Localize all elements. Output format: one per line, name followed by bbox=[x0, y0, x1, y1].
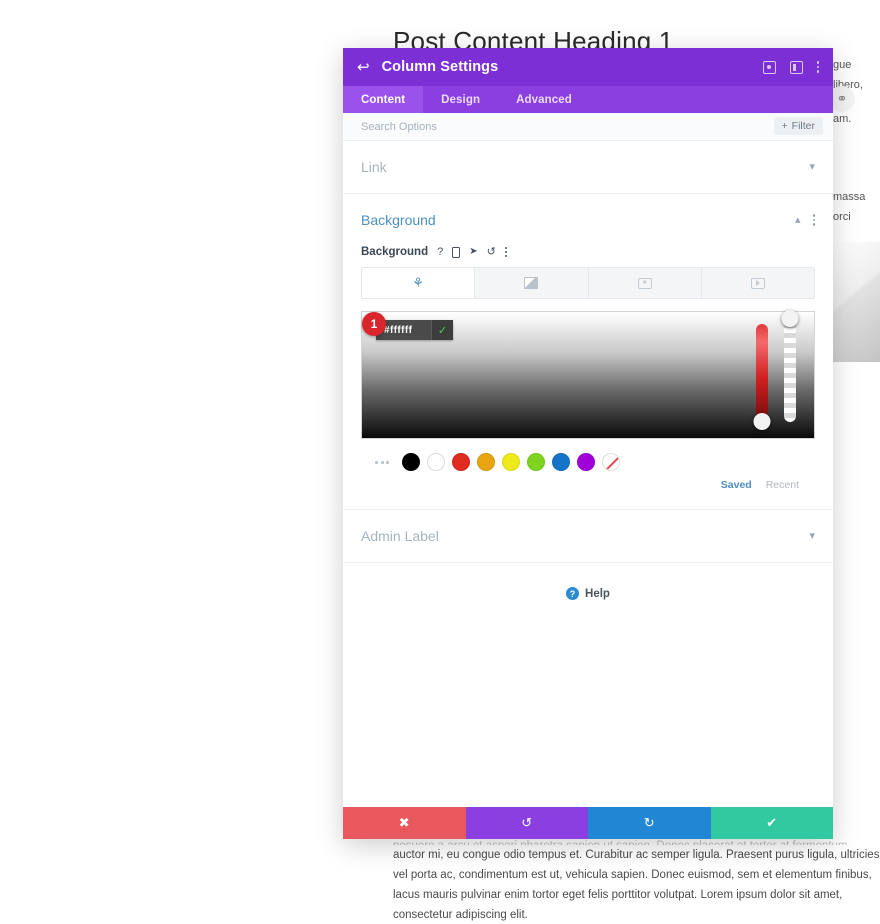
undo-button[interactable]: ↺ bbox=[465, 807, 588, 839]
help-label: Help bbox=[585, 587, 610, 600]
modal-title: Column Settings bbox=[381, 59, 499, 75]
background-gradient-tab[interactable] bbox=[475, 268, 589, 298]
search-input[interactable] bbox=[361, 120, 661, 133]
image-icon: ■ bbox=[637, 277, 652, 289]
modal-body: Link ▾ Background ▴ Background ? ➤ ↺ ⚘ ■… bbox=[343, 141, 833, 807]
swatch-red[interactable] bbox=[452, 453, 470, 471]
image-placeholder bbox=[833, 242, 880, 362]
swatch-tabs: Saved Recent bbox=[361, 479, 815, 491]
color-picker: 1 ✓ bbox=[361, 310, 815, 439]
hover-icon[interactable]: ➤ bbox=[469, 247, 477, 257]
modal-header: ↩ Column Settings bbox=[343, 48, 833, 86]
swatch-blue[interactable] bbox=[552, 453, 570, 471]
tab-design[interactable]: Design bbox=[423, 86, 498, 113]
section-kebab-icon[interactable] bbox=[812, 214, 815, 226]
hex-confirm-button[interactable]: ✓ bbox=[431, 320, 453, 340]
bg-text-line: massa orci bbox=[833, 191, 866, 223]
paragraph-text: auctor mi, eu congue odio tempus et. Cur… bbox=[393, 849, 880, 921]
save-button[interactable]: ✔ bbox=[710, 807, 833, 839]
swatch-none[interactable] bbox=[602, 453, 620, 471]
modal-footer: ✖ ↺ ↻ ✔ bbox=[343, 807, 833, 839]
background-option-label-row: Background ? ➤ ↺ bbox=[361, 246, 815, 267]
help-circle-icon: ? bbox=[566, 587, 580, 600]
fullscreen-icon[interactable] bbox=[762, 60, 776, 74]
search-row: + Filter bbox=[343, 113, 833, 141]
background-color-tab[interactable]: ⚘ bbox=[362, 268, 476, 298]
split-view-icon[interactable] bbox=[789, 60, 803, 74]
section-background-title: Background bbox=[361, 212, 436, 228]
help-row[interactable]: ? Help bbox=[343, 563, 833, 624]
screen-root: Post Content Heading 1 gue libero, am. m… bbox=[0, 0, 880, 924]
background-image-tab[interactable]: ■ bbox=[588, 268, 702, 298]
alpha-slider-knob[interactable] bbox=[781, 310, 799, 327]
plus-icon: + bbox=[781, 120, 788, 132]
section-background-header[interactable]: Background ▴ bbox=[361, 194, 815, 246]
section-admin-label-header[interactable]: Admin Label ▾ bbox=[361, 510, 815, 562]
redo-button[interactable]: ↻ bbox=[588, 807, 711, 839]
chevron-up-icon: ▴ bbox=[794, 213, 801, 226]
section-link: Link ▾ bbox=[343, 141, 833, 194]
section-link-header[interactable]: Link ▾ bbox=[361, 141, 815, 193]
alpha-slider[interactable] bbox=[781, 310, 799, 422]
color-swatches bbox=[361, 453, 815, 471]
hex-field: 1 ✓ bbox=[362, 312, 453, 340]
cancel-button[interactable]: ✖ bbox=[343, 807, 466, 839]
background-controls: Background ? ➤ ↺ ⚘ ■ 1 #ffffff ✓ Saved R… bbox=[361, 246, 815, 509]
chevron-down-icon: ▾ bbox=[809, 529, 815, 542]
recent-tab[interactable]: Recent bbox=[766, 479, 799, 491]
reset-icon[interactable]: ↺ bbox=[487, 246, 496, 258]
background-video-tab[interactable] bbox=[701, 268, 814, 298]
paint-bucket-icon: ⚘ bbox=[412, 275, 424, 290]
swatch-yellow[interactable] bbox=[502, 453, 520, 471]
chevron-down-icon: ▾ bbox=[809, 160, 815, 173]
gradient-icon bbox=[524, 277, 539, 289]
section-admin-label-title: Admin Label bbox=[361, 528, 439, 544]
swatch-white[interactable] bbox=[427, 453, 445, 471]
tab-content[interactable]: Content bbox=[343, 86, 424, 113]
filter-button[interactable]: + Filter bbox=[773, 117, 823, 135]
saved-tab[interactable]: Saved bbox=[721, 479, 752, 491]
step-badge: 1 bbox=[362, 312, 386, 336]
swatch-orange[interactable] bbox=[477, 453, 495, 471]
body-paragraph: posuere a arcu et asperi pharetra sapien… bbox=[393, 836, 880, 924]
section-admin-label: Admin Label ▾ bbox=[343, 510, 833, 563]
help-icon[interactable]: ? bbox=[437, 246, 443, 258]
option-kebab-icon[interactable] bbox=[504, 246, 508, 258]
responsive-icon[interactable] bbox=[452, 246, 461, 258]
section-background: Background ▴ Background ? ➤ ↺ ⚘ ■ 1 #fff… bbox=[343, 194, 833, 510]
video-icon bbox=[750, 277, 765, 289]
color-saturation-area[interactable]: 1 ✓ bbox=[361, 310, 815, 439]
section-link-title: Link bbox=[361, 159, 387, 175]
swatch-green[interactable] bbox=[527, 453, 545, 471]
tab-advanced[interactable]: Advanced bbox=[498, 86, 590, 113]
hue-slider-knob[interactable] bbox=[753, 413, 771, 430]
back-arrow-icon[interactable]: ↩ bbox=[357, 60, 370, 75]
background-type-tabs: ⚘ ■ bbox=[361, 267, 815, 299]
more-options-icon[interactable] bbox=[816, 61, 819, 73]
column-settings-modal: ↩ Column Settings Content Design Advance… bbox=[343, 48, 833, 839]
modal-tabs: Content Design Advanced bbox=[343, 86, 833, 113]
swatch-black[interactable] bbox=[402, 453, 420, 471]
background-option-label: Background bbox=[361, 246, 429, 258]
swatch-purple[interactable] bbox=[577, 453, 595, 471]
modal-header-actions bbox=[762, 60, 819, 74]
filter-label: Filter bbox=[791, 120, 815, 132]
hue-slider[interactable] bbox=[753, 324, 771, 430]
more-swatches-icon[interactable] bbox=[375, 460, 389, 464]
bg-text-line: am. bbox=[833, 113, 852, 125]
